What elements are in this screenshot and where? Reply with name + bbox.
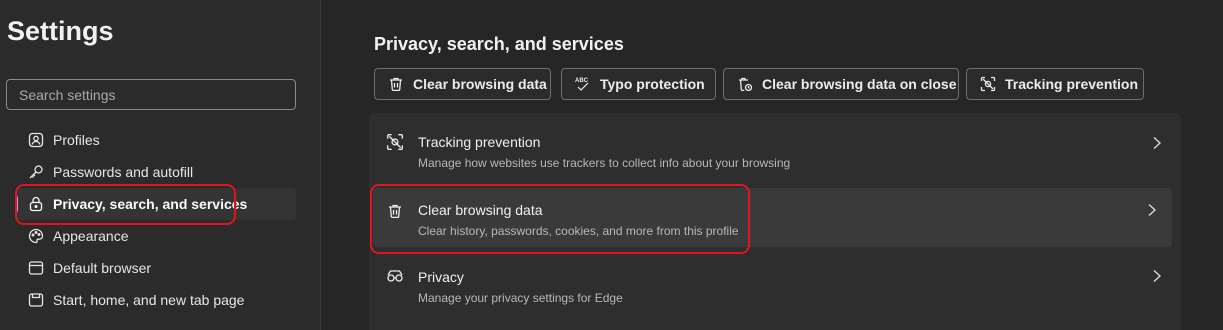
sidebar-item-label: Passwords and autofill bbox=[53, 164, 194, 180]
row-title: Privacy bbox=[418, 269, 464, 285]
tracking-icon bbox=[385, 132, 405, 152]
sidebar-item-profiles[interactable]: Profiles bbox=[15, 124, 296, 156]
settings-title: Settings bbox=[7, 16, 114, 46]
quick-link-tracking-prevention[interactable]: Tracking prevention bbox=[966, 68, 1144, 100]
search-input[interactable] bbox=[7, 80, 295, 109]
sidebar-item-label: Profiles bbox=[53, 132, 100, 148]
sidebar-item-privacy[interactable]: Privacy, search, and services bbox=[15, 188, 296, 220]
lock-icon bbox=[27, 195, 45, 213]
palette-icon bbox=[27, 227, 45, 245]
sidebar-item-label: Default browser bbox=[53, 260, 152, 276]
svg-text:ABC: ABC bbox=[575, 78, 589, 84]
sidebar-item-label: Start, home, and new tab page bbox=[53, 292, 245, 308]
sidebar-item-default-browser[interactable]: Default browser bbox=[15, 252, 296, 284]
quick-link-typo-protection[interactable]: ABC Typo protection bbox=[561, 68, 716, 100]
sidebar: Settings Profiles Passwords and autofill… bbox=[0, 0, 321, 330]
profile-icon bbox=[27, 131, 45, 149]
chevron-right-icon bbox=[1151, 134, 1163, 152]
row-privacy[interactable]: Privacy Manage your privacy settings for… bbox=[369, 255, 1181, 317]
spellcheck-icon: ABC bbox=[574, 75, 592, 93]
key-icon bbox=[27, 163, 45, 181]
row-clear-browsing-data[interactable]: Clear browsing data Clear history, passw… bbox=[373, 188, 1172, 247]
tracking-icon bbox=[979, 75, 997, 93]
sidebar-item-appearance[interactable]: Appearance bbox=[15, 220, 296, 252]
row-description: Manage your privacy settings for Edge bbox=[418, 291, 623, 305]
home-icon bbox=[27, 291, 45, 309]
quick-link-label: Tracking prevention bbox=[1005, 76, 1139, 92]
trash-clock-icon bbox=[736, 75, 754, 93]
row-description: Manage how websites use trackers to coll… bbox=[418, 156, 791, 170]
sidebar-item-label: Privacy, search, and services bbox=[53, 196, 248, 212]
sidebar-item-start-home[interactable]: Start, home, and new tab page bbox=[15, 284, 296, 316]
trash-icon bbox=[387, 75, 405, 93]
settings-card: Tracking prevention Manage how websites … bbox=[369, 113, 1181, 330]
main-content: Privacy, search, and services Clear brow… bbox=[322, 0, 1223, 330]
row-tracking-prevention[interactable]: Tracking prevention Manage how websites … bbox=[369, 113, 1181, 175]
quick-link-clear-browsing-data[interactable]: Clear browsing data bbox=[374, 68, 551, 100]
sidebar-item-passwords[interactable]: Passwords and autofill bbox=[15, 156, 296, 188]
chevron-right-icon bbox=[1151, 267, 1163, 285]
quick-link-clear-on-close[interactable]: Clear browsing data on close bbox=[723, 68, 959, 100]
sidebar-item-label: Appearance bbox=[53, 228, 129, 244]
quick-link-label: Clear browsing data bbox=[413, 76, 547, 92]
search-box[interactable] bbox=[6, 79, 296, 110]
row-title: Clear browsing data bbox=[418, 202, 543, 218]
glasses-icon bbox=[385, 266, 405, 286]
row-description: Clear history, passwords, cookies, and m… bbox=[418, 224, 739, 238]
page-title: Privacy, search, and services bbox=[374, 34, 624, 54]
row-title: Tracking prevention bbox=[418, 134, 541, 150]
quick-link-label: Clear browsing data on close bbox=[762, 76, 957, 92]
trash-icon bbox=[385, 201, 405, 221]
chevron-right-icon bbox=[1146, 201, 1158, 219]
browser-icon bbox=[27, 259, 45, 277]
quick-link-label: Typo protection bbox=[600, 76, 705, 92]
